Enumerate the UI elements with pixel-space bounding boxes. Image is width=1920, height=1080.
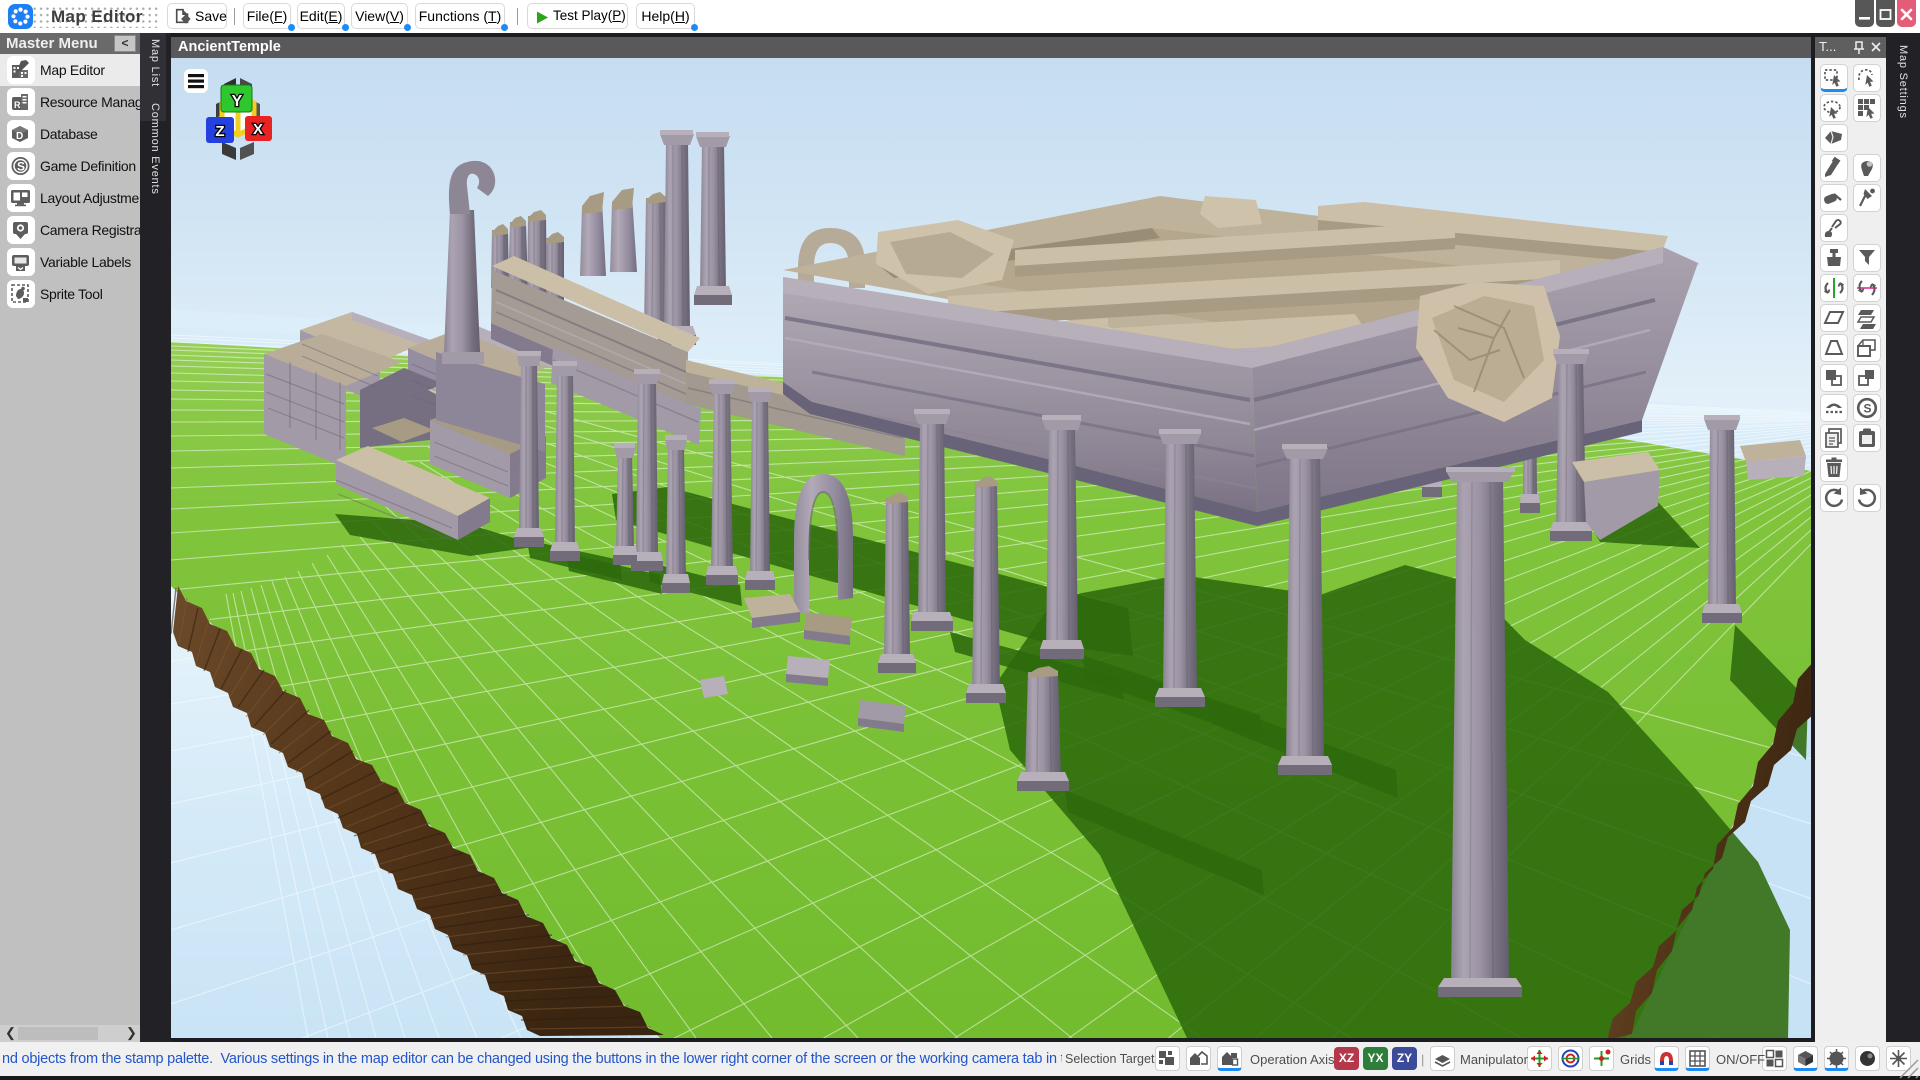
svg-text:Y: Y	[232, 93, 243, 110]
svg-text:R: R	[14, 100, 21, 110]
svg-text:S: S	[17, 160, 25, 174]
svg-text:X: X	[253, 121, 263, 138]
svg-text:S: S	[1864, 402, 1872, 416]
svg-text:D: D	[16, 131, 23, 142]
svg-text:Z: Z	[215, 123, 224, 140]
